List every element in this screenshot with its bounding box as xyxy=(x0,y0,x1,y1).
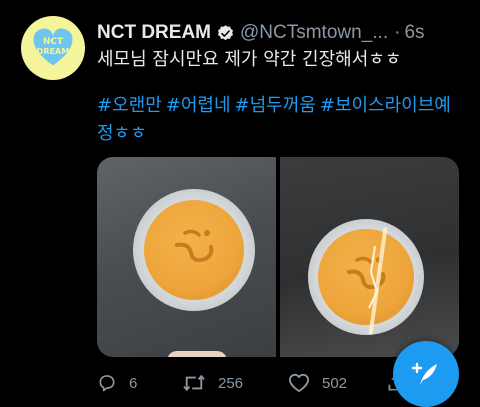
nct-dream-heart-logo-icon: NCT DREAM xyxy=(32,27,74,67)
hashtag-link[interactable]: #넘두꺼움 xyxy=(235,95,316,116)
svg-text:NCT: NCT xyxy=(43,37,64,47)
reply-count: 6 xyxy=(129,374,138,392)
dalgona-candy-image-2[interactable] xyxy=(280,157,459,357)
like-button[interactable]: 502 xyxy=(288,373,386,393)
like-count: 502 xyxy=(322,374,348,392)
umbrella-shape-icon xyxy=(175,229,214,263)
separator-dot: · xyxy=(394,22,401,43)
author-handle[interactable]: @NCTsmtown_... xyxy=(240,21,388,45)
umbrella-shape-icon xyxy=(347,245,386,309)
finger xyxy=(167,351,227,357)
dalgona-candy xyxy=(144,200,244,300)
hashtag-link[interactable]: #보이스라이브예 xyxy=(320,95,451,116)
hashtag-link-continued[interactable]: 정ㅎㅎ xyxy=(97,123,147,144)
svg-text:DREAM: DREAM xyxy=(37,47,69,56)
dalgona-candy xyxy=(318,229,414,325)
hashtags: #오랜만 #어렵네 #넘두꺼움 #보이스라이브예정ㅎㅎ xyxy=(97,92,467,148)
reply-icon xyxy=(99,375,115,392)
verified-badge-icon xyxy=(216,24,235,43)
retweet-count: 256 xyxy=(218,374,244,392)
avatar[interactable]: NCT DREAM xyxy=(21,16,85,80)
reply-button[interactable]: 6 xyxy=(97,373,182,393)
tweet-actions: 6 256 502 xyxy=(97,370,427,396)
candy-tin xyxy=(133,189,255,311)
compose-tweet-button[interactable] xyxy=(393,341,459,407)
tweet-header: NCT DREAM @NCTsmtown_... · 6s xyxy=(97,21,470,45)
media-grid xyxy=(97,157,459,357)
heart-icon xyxy=(288,373,309,393)
hashtag-link[interactable]: #오랜만 xyxy=(97,95,162,116)
candy-tin xyxy=(308,219,424,335)
author-name[interactable]: NCT DREAM xyxy=(97,21,211,45)
retweet-button[interactable]: 256 xyxy=(182,373,288,393)
hashtag-link[interactable]: #어렵네 xyxy=(166,95,231,116)
dalgona-candy-image-1[interactable] xyxy=(97,157,276,357)
compose-tweet-icon xyxy=(411,362,437,385)
tweet-text: 세모님 잠시만요 제가 약간 긴장해서ㅎㅎ xyxy=(97,49,402,70)
retweet-icon xyxy=(183,374,205,392)
timestamp[interactable]: 6s xyxy=(404,21,424,45)
